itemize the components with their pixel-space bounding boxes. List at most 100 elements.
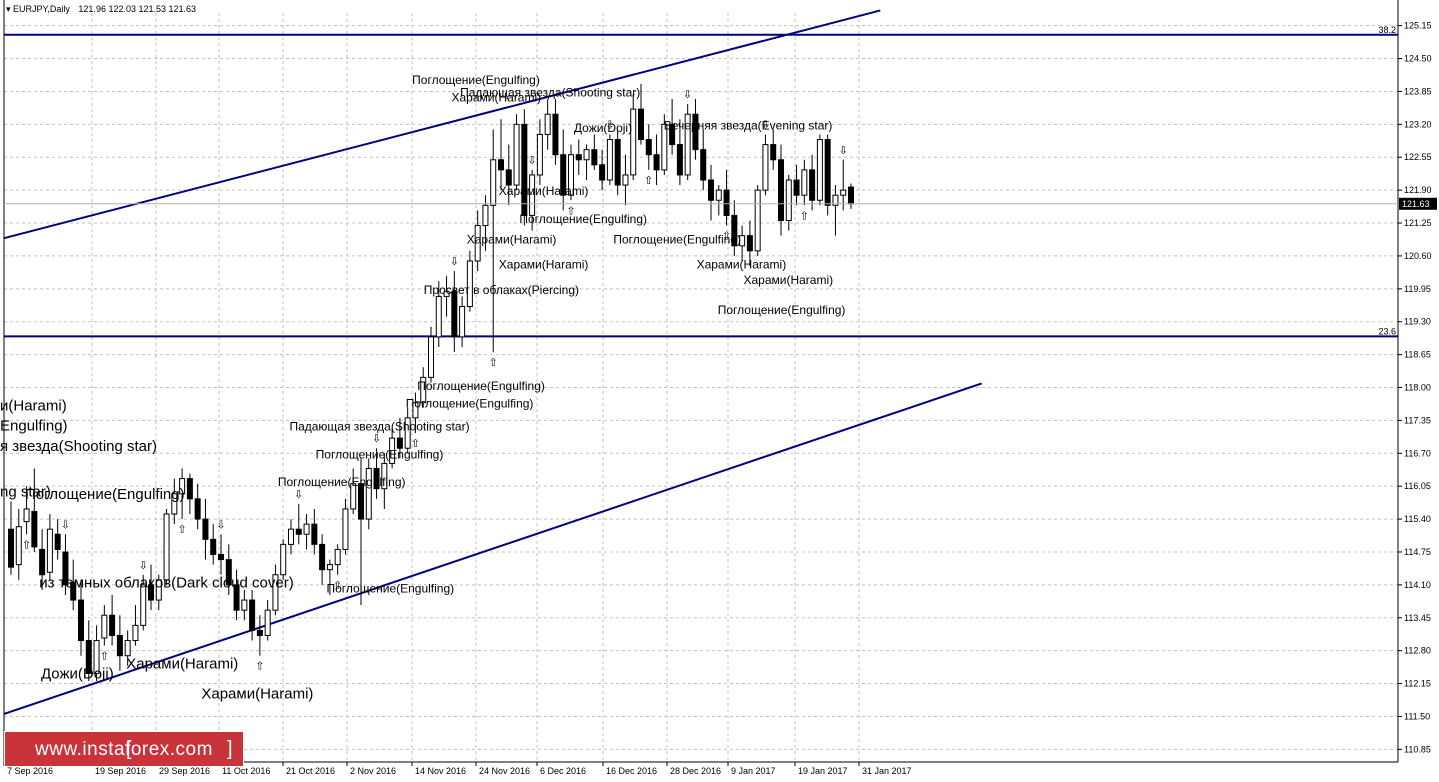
candle-body-bear [505, 169, 512, 186]
x-tick-label: 14 Nov 2016 [415, 766, 466, 776]
candle [715, 185, 722, 216]
candle [46, 514, 53, 580]
candle [15, 508, 22, 580]
arrow-down-icon: ⇩ [61, 519, 70, 531]
candle [334, 544, 341, 575]
candle [606, 134, 613, 186]
y-tick-label: 119.95 [1404, 284, 1431, 294]
candle-body-bear [210, 538, 217, 556]
x-tick-label: 2 Nov 2016 [350, 766, 396, 776]
candle [544, 99, 551, 150]
chart-header: ▾ EURJPY,Daily 121.96 122.03 121.53 121.… [6, 4, 196, 15]
x-tick-label: 19 Sep 2016 [95, 766, 146, 776]
pattern-label: Харами(Harami) [499, 184, 589, 198]
candle [552, 99, 559, 165]
candle-body-bear [700, 149, 707, 181]
arrow-down-icon: ⇩ [216, 519, 225, 531]
candle-body-bull [46, 528, 53, 573]
y-tick-label: 117.35 [1404, 415, 1431, 425]
x-tick-label: 6 Dec 2016 [540, 766, 586, 776]
candle-body-bear [521, 123, 528, 216]
x-tick-label: 28 Dec 2016 [670, 766, 721, 776]
candle [848, 183, 854, 209]
candle [101, 605, 108, 646]
chart-lines: 38.2 23.6 [3, 9, 1398, 715]
candle [498, 119, 504, 191]
candle [645, 124, 652, 170]
candle [575, 139, 582, 175]
candle [116, 615, 123, 671]
pattern-label: Поглощение(Engulfing) [278, 475, 406, 489]
pattern-label: Поглощение(Engulfing) [417, 379, 545, 393]
candle-body-bull [326, 564, 333, 571]
candle [653, 134, 660, 186]
candle-body-bear [54, 533, 61, 550]
symbol-title: EURJPY,Daily [13, 4, 70, 14]
candle-body-bull [583, 149, 590, 161]
arrow-up-icon: ⇧ [255, 661, 264, 673]
candle [256, 615, 263, 656]
candle [708, 164, 714, 221]
y-tick-label: 116.05 [1404, 481, 1431, 491]
pattern-label: Поглощение(Engulfing) [326, 581, 454, 595]
x-tick-label: 21 Oct 2016 [286, 766, 335, 776]
arrow-up-icon: ⇧ [178, 524, 187, 536]
candle [754, 185, 761, 256]
candle-body-bear [39, 548, 46, 576]
candle [770, 129, 777, 170]
candle-body-bear [708, 179, 714, 201]
y-tick-label: 114.10 [1404, 580, 1431, 590]
candle [241, 589, 248, 621]
candle-body-bear [848, 186, 854, 205]
watermark-logo: [ www.instaforex.com ] [4, 731, 244, 767]
y-tick-label: 124.50 [1404, 54, 1432, 64]
candle-body-bear [653, 154, 660, 171]
candle-body-bull [101, 614, 108, 639]
candle [295, 503, 302, 545]
pattern-label: Падающая звезда(Shooting star) [289, 420, 469, 434]
candle-body-bear [793, 179, 800, 196]
candle-body-bear [645, 139, 652, 156]
y-tick-label: 114.75 [1404, 547, 1431, 557]
watermark-right-bracket: ] [226, 738, 233, 760]
candle-body-bear [451, 290, 458, 338]
y-tick-label: 119.30 [1404, 317, 1431, 327]
candle [202, 498, 209, 560]
candle-body-bull [622, 174, 629, 186]
candle-body-bear [78, 599, 84, 642]
candle [521, 109, 528, 226]
candlestick-chart: 38.223.6 ⇧⇩⇧⇩⇧ ⇩⇧⇩⇧⇩ ⇧⇩⇧⇩⇧⇩⇧⇩⇧⇩⇧⇩ Поглощен… [0, 0, 1437, 776]
y-tick-label: 122.55 [1404, 152, 1432, 162]
candle [249, 589, 256, 641]
y-tick-label: 112.80 [1404, 646, 1431, 656]
candle [832, 185, 839, 236]
candle-body-bear [202, 518, 209, 540]
y-tick-label: 121.25 [1404, 218, 1432, 228]
y-tick-label: 112.15 [1404, 679, 1431, 689]
arrow-up-icon: ⇧ [644, 175, 653, 187]
candle [700, 129, 707, 191]
candle-body-bear [311, 523, 318, 545]
y-tick-label: 123.85 [1404, 86, 1432, 96]
candle [809, 154, 816, 211]
ohlc-readout: 121.96 122.03 121.53 121.63 [78, 4, 197, 14]
pattern-label: Поглощение(Engulfing) [613, 232, 741, 246]
candle [466, 250, 473, 312]
pattern-label: Поглощение(Engulfing) [519, 212, 647, 226]
candle-body-bear [770, 144, 777, 161]
candle-body-bear [591, 149, 598, 166]
candle-body-bull [754, 189, 761, 252]
candle-body-bull [280, 543, 287, 576]
candle-body-bear [194, 498, 201, 520]
pattern-label: Харами(Harami) [743, 273, 833, 287]
candle-body-bull [762, 144, 769, 191]
candle-body-bull [334, 548, 341, 566]
candle-body-bull [435, 295, 442, 338]
candle-body-bull [606, 139, 613, 181]
candle-body-bear [778, 159, 784, 221]
candle [513, 114, 520, 191]
candle [785, 174, 792, 231]
candle [365, 458, 372, 530]
y-tick-label: 120.60 [1404, 251, 1432, 261]
candle [622, 154, 629, 206]
